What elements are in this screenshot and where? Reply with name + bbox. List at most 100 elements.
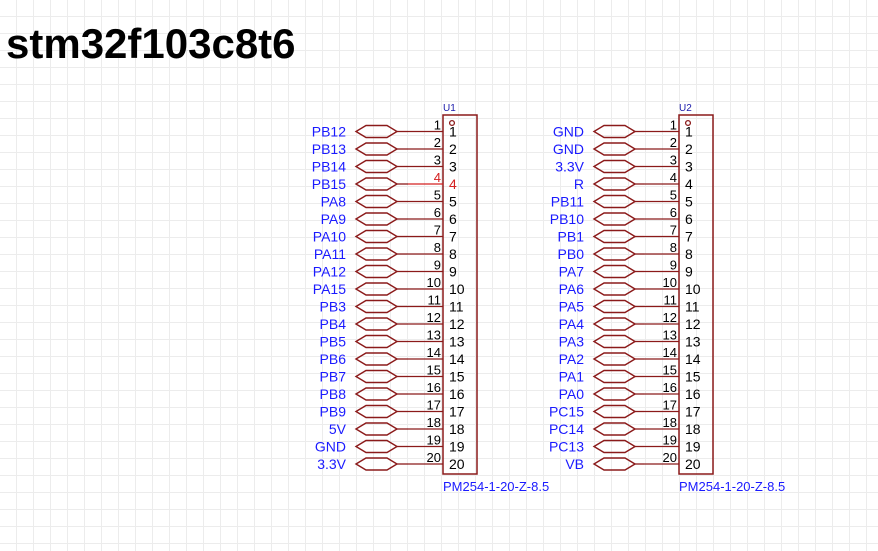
net-flag-icon[interactable] bbox=[592, 387, 637, 401]
net-flag-icon[interactable] bbox=[592, 282, 637, 296]
net-flag-icon[interactable] bbox=[592, 404, 637, 419]
net-flag-icon[interactable] bbox=[354, 457, 399, 471]
net-flag-icon[interactable] bbox=[354, 264, 399, 279]
pin-number: 2 bbox=[434, 135, 441, 150]
net-flag-icon[interactable] bbox=[354, 317, 399, 331]
net-label: PA9 bbox=[321, 211, 347, 227]
net-label: GND bbox=[553, 141, 584, 157]
net-flag-icon[interactable] bbox=[592, 194, 637, 209]
net-flag-icon[interactable] bbox=[592, 422, 637, 436]
net-label: PB5 bbox=[320, 334, 347, 350]
net-flag-icon[interactable] bbox=[592, 439, 637, 454]
net-flag-icon[interactable] bbox=[354, 439, 399, 454]
net-flag-icon[interactable] bbox=[592, 317, 637, 331]
connector-u1[interactable]: U1 PM254-1-20-Z-8.5 PB12 1 1 PB13 2 2 PB14 3 3 PB15… bbox=[312, 103, 549, 494]
pin-name: 8 bbox=[685, 246, 693, 262]
pin-number: 6 bbox=[434, 205, 441, 220]
net-flag-icon[interactable] bbox=[592, 212, 637, 226]
pin-number: 9 bbox=[434, 258, 441, 273]
net-label: PA15 bbox=[313, 281, 346, 297]
net-flag-icon[interactable] bbox=[354, 194, 399, 209]
pin-number: 9 bbox=[670, 258, 677, 273]
connector-u2[interactable]: U2 PM254-1-20-Z-8.5 GND 1 1 GND 2 2 3.3V 3 3 R 4 4 PB1… bbox=[549, 103, 785, 494]
pin-name: 14 bbox=[685, 351, 701, 367]
pin-number: 7 bbox=[670, 223, 677, 238]
component-designator: U2 bbox=[679, 103, 692, 114]
net-flag-icon[interactable] bbox=[354, 334, 399, 349]
pin-name: 19 bbox=[685, 439, 701, 455]
pin-name: 17 bbox=[449, 404, 465, 420]
net-flag-icon[interactable] bbox=[354, 159, 399, 174]
pin-name: 6 bbox=[449, 211, 457, 227]
net-flag-icon[interactable] bbox=[592, 334, 637, 349]
net-flag-icon[interactable] bbox=[592, 177, 637, 191]
net-flag-icon[interactable] bbox=[592, 142, 637, 156]
net-label: PA8 bbox=[321, 194, 347, 210]
net-flag-icon[interactable] bbox=[354, 177, 399, 191]
net-label: PA2 bbox=[559, 351, 585, 367]
pin-number: 3 bbox=[434, 153, 441, 168]
net-flag-icon[interactable] bbox=[592, 299, 637, 314]
net-flag-icon[interactable] bbox=[354, 352, 399, 366]
pin-row[interactable]: VB 20 20 bbox=[565, 450, 700, 472]
net-label: PA11 bbox=[314, 246, 346, 262]
pin-name: 3 bbox=[685, 159, 693, 175]
pin-number: 4 bbox=[434, 170, 441, 185]
pin-number: 7 bbox=[434, 223, 441, 238]
pin-row[interactable]: 5V 18 18 bbox=[329, 415, 465, 437]
component-footprint: PM254-1-20-Z-8.5 bbox=[443, 479, 549, 494]
schematic-canvas[interactable]: U1PM254-1-20-Z-8.5PB12 1 1PB13 2 2PB14 3 3PB15… bbox=[0, 0, 878, 551]
net-label: PA4 bbox=[559, 316, 585, 332]
net-label: PA7 bbox=[559, 264, 585, 280]
pin-number: 20 bbox=[663, 450, 677, 465]
pin-name: 13 bbox=[449, 334, 465, 350]
net-label: PB6 bbox=[320, 351, 347, 367]
net-flag-icon[interactable] bbox=[592, 247, 637, 261]
pin-number: 17 bbox=[427, 398, 441, 413]
net-flag-icon[interactable] bbox=[354, 142, 399, 156]
component-designator: U1 bbox=[443, 103, 456, 114]
net-flag-icon[interactable] bbox=[592, 264, 637, 279]
net-label: PB8 bbox=[320, 386, 347, 402]
pin-number: 20 bbox=[427, 450, 441, 465]
net-label: PA1 bbox=[559, 369, 585, 385]
net-label: 5V bbox=[329, 421, 347, 437]
net-flag-icon[interactable] bbox=[354, 229, 399, 244]
net-flag-icon[interactable] bbox=[592, 352, 637, 366]
net-flag-icon[interactable] bbox=[592, 229, 637, 244]
net-flag-icon[interactable] bbox=[354, 299, 399, 314]
pin-number: 14 bbox=[663, 345, 677, 360]
pin-name: 18 bbox=[449, 421, 465, 437]
net-label: R bbox=[574, 176, 584, 192]
net-label: PB12 bbox=[312, 124, 346, 140]
net-flag-icon[interactable] bbox=[354, 387, 399, 401]
net-flag-icon[interactable] bbox=[592, 457, 637, 471]
net-flag-icon[interactable] bbox=[354, 282, 399, 296]
pin-number: 6 bbox=[670, 205, 677, 220]
pin-number: 3 bbox=[670, 153, 677, 168]
net-flag-icon[interactable] bbox=[354, 247, 399, 261]
net-label: PA0 bbox=[559, 386, 585, 402]
net-flag-icon[interactable] bbox=[354, 212, 399, 226]
pin-number: 4 bbox=[670, 170, 677, 185]
net-flag-icon[interactable] bbox=[354, 404, 399, 419]
pin-number: 10 bbox=[427, 275, 441, 290]
pin-name: 13 bbox=[685, 334, 701, 350]
net-flag-icon[interactable] bbox=[592, 159, 637, 174]
pin-number: 15 bbox=[663, 363, 677, 378]
net-label: PA10 bbox=[313, 229, 346, 245]
pin-number: 1 bbox=[434, 118, 441, 133]
net-flag-icon[interactable] bbox=[354, 124, 399, 139]
net-flag-icon[interactable] bbox=[592, 124, 637, 139]
net-flag-icon[interactable] bbox=[592, 369, 637, 384]
net-flag-icon[interactable] bbox=[354, 422, 399, 436]
pin-name: 14 bbox=[449, 351, 465, 367]
pin-name: 5 bbox=[685, 194, 693, 210]
pin-number: 18 bbox=[427, 415, 441, 430]
pin-name: 6 bbox=[685, 211, 693, 227]
pin-number: 13 bbox=[427, 328, 441, 343]
net-flag-icon[interactable] bbox=[354, 369, 399, 384]
net-label: PA3 bbox=[559, 334, 585, 350]
pin-number: 10 bbox=[663, 275, 677, 290]
net-label: PB0 bbox=[558, 246, 585, 262]
